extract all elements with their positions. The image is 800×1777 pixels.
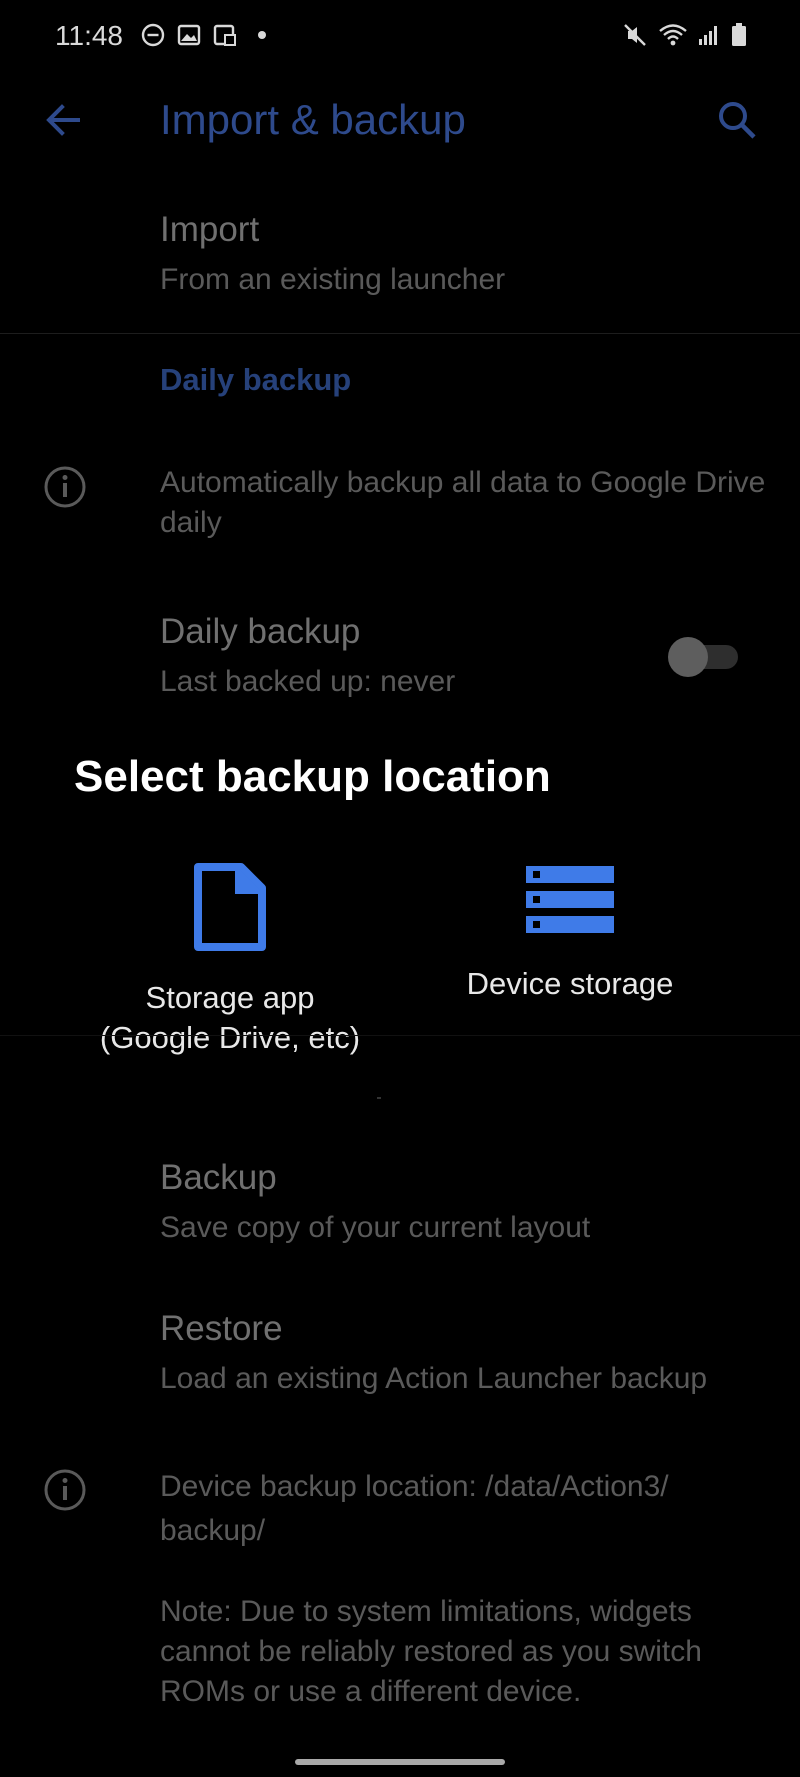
search-button[interactable] — [712, 95, 762, 145]
backup-summary: Save copy of your current layout — [160, 1211, 591, 1244]
info-icon — [44, 1469, 86, 1511]
file-icon — [194, 863, 266, 951]
storage-app-option[interactable]: Storage app (Google Drive, etc) — [75, 862, 385, 1058]
divider — [0, 333, 800, 334]
dialog-title: Select backup location — [74, 752, 551, 801]
daily-backup-summary: Last backed up: never — [160, 665, 456, 698]
import-summary: From an existing launcher — [160, 263, 506, 296]
import-title: Import — [160, 210, 260, 249]
signal-icon — [699, 26, 717, 45]
divider — [0, 1035, 800, 1036]
gallery-icon — [177, 24, 201, 46]
battery-icon — [732, 23, 746, 46]
note-text: Note: Due to system limitations, widgets… — [160, 1595, 702, 1708]
toggle-thumb — [668, 637, 708, 677]
do-not-disturb-icon — [141, 23, 165, 47]
page-title: Import & backup — [160, 96, 466, 143]
device-backup-location-text: Device backup location: /data/Action3/ b… — [160, 1470, 669, 1547]
status-icons-right — [622, 22, 748, 48]
status-time: 11:48 — [55, 20, 123, 51]
daily-backup-toggle[interactable] — [668, 637, 740, 677]
home-indicator[interactable] — [295, 1759, 505, 1765]
info-icon — [44, 466, 86, 508]
status-icons-left — [140, 22, 270, 48]
search-icon — [719, 102, 756, 139]
mute-icon — [624, 24, 646, 46]
wifi-icon — [659, 24, 687, 46]
device-storage-label: Device storage — [466, 966, 674, 1001]
backup-title: Backup — [160, 1158, 277, 1197]
section-header-daily-backup: Daily backup — [160, 362, 352, 397]
device-storage-option[interactable]: Device storage — [440, 862, 700, 1004]
daily-backup-title: Daily backup — [160, 612, 361, 651]
divider — [377, 1097, 381, 1099]
back-button[interactable] — [38, 95, 88, 145]
storage-app-label: Storage app (Google Drive, etc) — [99, 980, 361, 1055]
storage-icon — [526, 866, 614, 933]
restore-preference[interactable]: Restore Load an existing Action Launcher… — [160, 1309, 707, 1399]
import-preference[interactable]: Import From an existing launcher — [160, 210, 505, 300]
daily-backup-info-text: Automatically backup all data to Google … — [160, 466, 766, 539]
backup-preference[interactable]: Backup Save copy of your current layout — [160, 1158, 590, 1248]
arrow-back-icon — [46, 104, 80, 136]
daily-backup-preference[interactable]: Daily backup Last backed up: never — [160, 612, 455, 702]
restore-title: Restore — [160, 1309, 283, 1348]
restore-summary: Load an existing Action Launcher backup — [160, 1362, 708, 1395]
dot-icon — [258, 31, 266, 39]
screenshot-icon — [213, 24, 236, 46]
